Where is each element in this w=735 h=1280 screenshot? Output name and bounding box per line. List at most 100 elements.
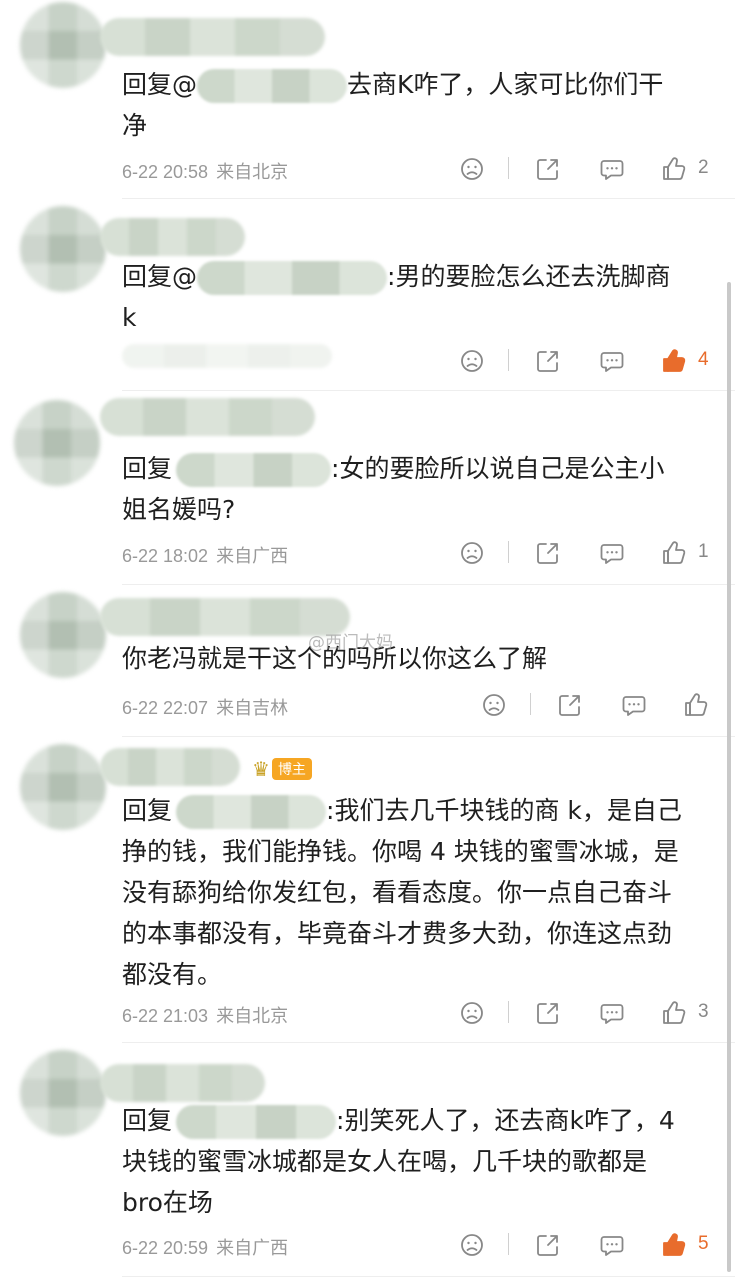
- dislike-icon[interactable]: [480, 691, 508, 719]
- like-count: 1: [698, 541, 709, 562]
- reply-prefix: 回复: [122, 70, 173, 99]
- dislike-icon[interactable]: [458, 999, 486, 1027]
- reply-prefix: 回复: [122, 796, 173, 825]
- action-separator: [508, 157, 509, 179]
- action-separator: [530, 693, 531, 715]
- comment-icon[interactable]: [598, 539, 626, 567]
- mention-name-blurred[interactable]: [176, 795, 327, 829]
- like-icon[interactable]: [660, 999, 688, 1027]
- mention-at[interactable]: @: [172, 262, 197, 291]
- blogger-badge: ♛ 博主: [252, 756, 320, 782]
- comment-text: 回复:别笑死人了，还去商k咋了，4 块钱的蜜雪冰城都是女人在喝，几千块的歌都是 …: [122, 1100, 713, 1223]
- comment-icon[interactable]: [598, 155, 626, 183]
- like-icon[interactable]: [660, 539, 688, 567]
- comment-text: 回复:我们去几千块钱的商 k，是自己 挣的钱，我们能挣钱。你喝 4 块钱的蜜雪冰…: [122, 790, 713, 995]
- comment-text: 回复:女的要脸所以说自己是公主小 姐名媛吗?: [122, 448, 713, 530]
- reply-prefix: 回复: [122, 262, 173, 291]
- comment-text-line: 去商K咋了，人家可比你们干: [347, 70, 664, 99]
- comment-item-6: 回复:别笑死人了，还去商k咋了，4 块钱的蜜雪冰城都是女人在喝，几千块的歌都是 …: [0, 1044, 735, 1280]
- comment-item-2: 回复@:男的要脸怎么还去洗脚商 k 4: [0, 200, 735, 392]
- divider: [122, 584, 735, 585]
- comment-text-line: 的本事都没有，毕竟奋斗才费多大劲，你连这点劲: [122, 919, 673, 948]
- mention-name-blurred[interactable]: [197, 261, 388, 295]
- like-icon[interactable]: [660, 155, 688, 183]
- comment-item-4: 你老冯就是干这个的吗所以你这么了解 6-22 22:07 来自吉林: [0, 586, 735, 736]
- meta-blurred: [122, 344, 332, 368]
- reply-prefix: 回复: [122, 454, 173, 483]
- comment-icon[interactable]: [598, 347, 626, 375]
- mention-at[interactable]: @: [172, 70, 197, 99]
- dislike-icon[interactable]: [458, 539, 486, 567]
- repost-icon[interactable]: [534, 347, 562, 375]
- action-separator: [508, 349, 509, 371]
- username-blurred[interactable]: [100, 398, 315, 436]
- like-icon[interactable]: [682, 691, 710, 719]
- dislike-icon[interactable]: [458, 347, 486, 375]
- like-count: 3: [698, 1001, 709, 1022]
- comment-time: 6-22 18:02: [122, 546, 209, 566]
- action-bar: 4: [458, 347, 718, 377]
- avatar[interactable]: [20, 1050, 106, 1136]
- username-blurred[interactable]: [100, 218, 245, 256]
- username-blurred[interactable]: [100, 748, 240, 786]
- divider: [122, 1276, 735, 1277]
- comment-location: 来自广西: [216, 546, 289, 566]
- action-separator: [508, 541, 509, 563]
- avatar[interactable]: [20, 592, 106, 678]
- comment-icon[interactable]: [598, 999, 626, 1027]
- comment-time: 6-22 21:03: [122, 1006, 209, 1026]
- comment-item-3: 回复:女的要脸所以说自己是公主小 姐名媛吗? 6-22 18:02 来自广西 1: [0, 392, 735, 584]
- avatar[interactable]: [14, 400, 100, 486]
- comment-meta: 6-22 20:58 来自北京: [122, 158, 288, 184]
- comment-icon[interactable]: [598, 1231, 626, 1259]
- action-bar: 1: [458, 539, 718, 569]
- mention-name-blurred[interactable]: [176, 453, 332, 487]
- scrollbar[interactable]: [727, 282, 731, 1272]
- avatar[interactable]: [20, 744, 106, 830]
- comment-meta: 6-22 21:03 来自北京: [122, 1002, 288, 1028]
- comment-meta: 6-22 22:07 来自吉林: [122, 694, 288, 720]
- comment-text-line: 姐名媛吗?: [122, 495, 236, 524]
- comment-text-line: 都没有。: [122, 960, 223, 989]
- avatar[interactable]: [20, 2, 106, 88]
- comment-text-line: 净: [122, 111, 148, 140]
- comment-time: 6-22 20:58: [122, 162, 209, 182]
- comment-text-line: 没有舔狗给你发红包，看看态度。你一点自己奋斗: [122, 878, 673, 907]
- mention-name-blurred[interactable]: [176, 1105, 337, 1139]
- comment-location: 来自吉林: [216, 698, 289, 718]
- comment-icon[interactable]: [620, 691, 648, 719]
- like-count: 5: [698, 1233, 709, 1254]
- comment-time: 6-22 20:59: [122, 1238, 209, 1258]
- username-blurred[interactable]: [100, 18, 325, 56]
- avatar[interactable]: [20, 206, 106, 292]
- dislike-icon[interactable]: [458, 155, 486, 183]
- comment-text-line: :男的要脸怎么还去洗脚商: [387, 262, 671, 291]
- like-icon[interactable]: [660, 347, 688, 375]
- action-bar: [480, 691, 735, 721]
- comment-meta: 6-22 20:59 来自广西: [122, 1234, 288, 1260]
- mention-name-blurred[interactable]: [197, 69, 348, 103]
- repost-icon[interactable]: [534, 539, 562, 567]
- comment-location: 来自北京: [216, 162, 289, 182]
- comment-text: 回复@:男的要脸怎么还去洗脚商 k: [122, 256, 713, 338]
- repost-icon[interactable]: [534, 1231, 562, 1259]
- repost-icon[interactable]: [534, 155, 562, 183]
- crown-icon: ♛: [252, 757, 270, 781]
- comment-text: 你老冯就是干这个的吗所以你这么了解: [122, 638, 713, 679]
- comment-item-1: 回复@ 去商K咋了，人家可比你们干 净 6-22 20:58 来自北京 2: [0, 0, 735, 200]
- divider: [122, 390, 735, 391]
- divider: [122, 1042, 735, 1043]
- repost-icon[interactable]: [556, 691, 584, 719]
- like-icon[interactable]: [660, 1231, 688, 1259]
- watermark: @西门大妈: [308, 633, 393, 653]
- comment-text: 回复@ 去商K咋了，人家可比你们干 净: [122, 64, 713, 146]
- badge-label: 博主: [271, 758, 312, 780]
- username-blurred[interactable]: [100, 1064, 265, 1102]
- comment-meta: 6-22 18:02 来自广西: [122, 542, 288, 568]
- divider: [122, 198, 735, 199]
- dislike-icon[interactable]: [458, 1231, 486, 1259]
- repost-icon[interactable]: [534, 999, 562, 1027]
- comment-text-line: 块钱的蜜雪冰城都是女人在喝，几千块的歌都是: [122, 1147, 648, 1176]
- action-bar: 3: [458, 999, 718, 1029]
- comment-item-5: ♛ 博主 回复:我们去几千块钱的商 k，是自己 挣的钱，我们能挣钱。你喝 4 块…: [0, 738, 735, 1042]
